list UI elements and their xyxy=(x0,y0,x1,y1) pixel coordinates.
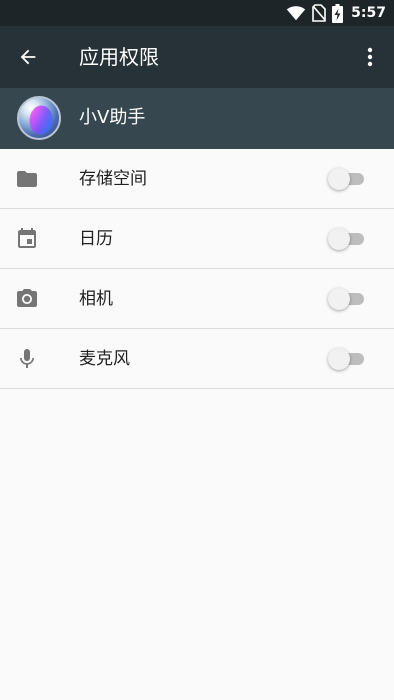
calendar-icon xyxy=(18,228,36,248)
permission-row-calendar[interactable]: 日历 xyxy=(0,209,394,269)
permission-row-storage[interactable]: 存储空间 xyxy=(0,149,394,209)
calendar-toggle[interactable] xyxy=(326,228,366,250)
permission-label: 相机 xyxy=(79,289,113,309)
microphone-icon xyxy=(20,349,34,368)
status-time: 5:57 xyxy=(351,5,386,21)
camera-icon xyxy=(17,289,37,307)
switch-thumb xyxy=(328,168,350,190)
page-title: 应用权限 xyxy=(79,45,159,69)
switch-thumb xyxy=(328,348,350,370)
permission-row-microphone[interactable]: 麦克风 xyxy=(0,329,394,389)
no-sim-icon xyxy=(312,4,326,22)
more-options-button[interactable] xyxy=(358,43,382,71)
switch-thumb xyxy=(328,228,350,250)
toolbar: 应用权限 xyxy=(0,26,394,88)
arrow-back-icon xyxy=(20,49,36,65)
folder-icon xyxy=(17,171,37,187)
wifi-icon xyxy=(286,6,306,21)
permission-label: 存储空间 xyxy=(79,169,147,189)
permission-label: 日历 xyxy=(79,229,113,249)
permission-list: 存储空间 日历 相机 麦克风 xyxy=(0,149,394,389)
camera-toggle[interactable] xyxy=(326,288,366,310)
permission-label: 麦克风 xyxy=(79,349,130,369)
status-bar: 5:57 xyxy=(0,0,394,26)
battery-charging-icon xyxy=(332,3,344,23)
back-button[interactable] xyxy=(14,43,42,71)
app-header: 小V助手 xyxy=(0,88,394,149)
more-vertical-icon xyxy=(367,47,373,67)
microphone-toggle[interactable] xyxy=(326,348,366,370)
switch-thumb xyxy=(328,288,350,310)
storage-toggle[interactable] xyxy=(326,168,366,190)
permission-row-camera[interactable]: 相机 xyxy=(0,269,394,329)
status-icons: 5:57 xyxy=(286,3,386,23)
app-logo-icon xyxy=(17,96,61,140)
app-name: 小V助手 xyxy=(79,107,146,128)
